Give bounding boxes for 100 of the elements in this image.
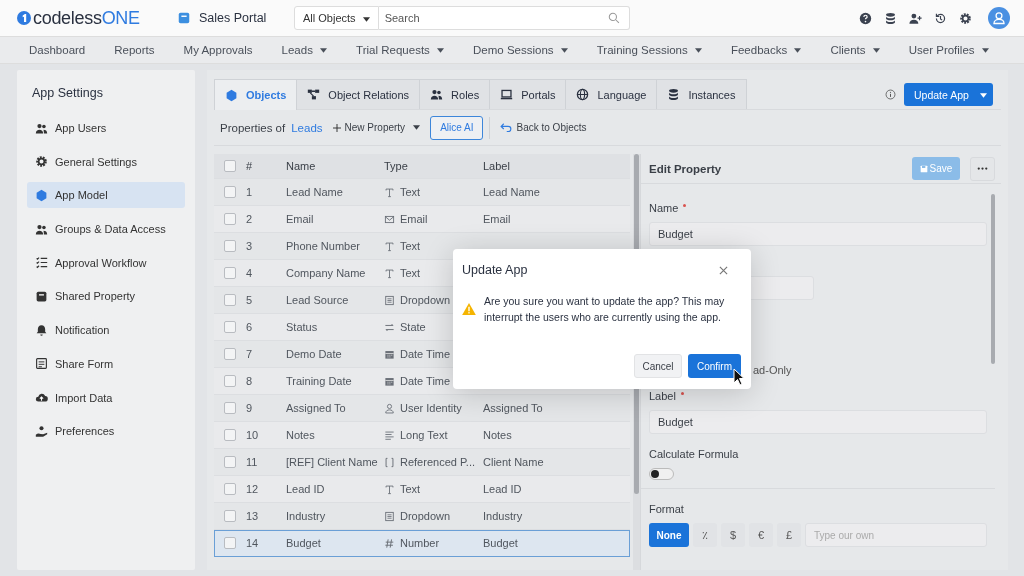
tab[interactable]: Roles: [419, 79, 491, 109]
checkbox[interactable]: [224, 375, 236, 387]
checkbox[interactable]: [224, 186, 236, 198]
new-property-button[interactable]: New Property: [328, 122, 425, 133]
table-cell: Date Time: [400, 348, 451, 360]
nav-link[interactable]: Leads: [281, 44, 328, 56]
text-type-icon: [384, 267, 395, 279]
menu-item-icon: [35, 289, 48, 303]
nav-link[interactable]: My Approvals: [183, 44, 253, 56]
sidebar-item[interactable]: App Model: [27, 182, 185, 209]
table-cell: Text: [400, 186, 421, 198]
tab-icon: [667, 88, 681, 101]
format-option[interactable]: £: [777, 523, 801, 547]
sidebar-item[interactable]: General Settings: [27, 148, 185, 175]
checkbox[interactable]: [224, 321, 236, 333]
tab[interactable]: Objects: [214, 79, 298, 110]
app-name[interactable]: Sales Portal: [199, 11, 267, 25]
tab[interactable]: Language: [565, 79, 658, 109]
back-button[interactable]: Back to Objects: [496, 122, 591, 133]
more-button[interactable]: [970, 156, 995, 181]
table-cell-text: 12: [246, 483, 260, 495]
checkbox[interactable]: [224, 429, 236, 441]
sidebar-item[interactable]: Notification: [27, 317, 185, 344]
table-cell-text: 13: [246, 510, 260, 522]
label-field[interactable]: Budget: [649, 410, 987, 434]
history-icon[interactable]: [934, 11, 947, 25]
column-header: Type: [384, 160, 409, 172]
settings-icon[interactable]: [959, 11, 972, 25]
menu-item-icon: [35, 424, 48, 438]
table-row[interactable]: 14 Budget Number Budget: [214, 530, 630, 557]
table-cell-text: Budget: [286, 537, 322, 549]
sidebar-item[interactable]: App Users: [27, 115, 185, 141]
close-icon[interactable]: [719, 265, 728, 275]
info-icon[interactable]: [885, 89, 896, 100]
confirm-button[interactable]: Confirm: [688, 354, 741, 378]
scope-dropdown[interactable]: All Objects: [294, 6, 379, 30]
tab[interactable]: Instances: [656, 79, 747, 109]
nav-link[interactable]: Trial Requests: [356, 44, 444, 56]
nav-link[interactable]: Dashboard: [29, 44, 86, 56]
cancel-button[interactable]: Cancel: [634, 354, 682, 378]
text-type-icon: [384, 240, 395, 252]
checkbox[interactable]: [224, 483, 236, 495]
help-icon[interactable]: [859, 11, 872, 25]
checkbox[interactable]: [224, 160, 236, 172]
field-label: Format: [649, 503, 684, 515]
calendar-icon: [384, 348, 395, 360]
number-type-icon: [384, 537, 395, 549]
checkbox[interactable]: [224, 348, 236, 360]
nav-link[interactable]: Clients: [830, 44, 880, 56]
table-cell: Date Time: [400, 375, 451, 387]
avatar-icon[interactable]: [988, 7, 1010, 29]
tab-icon: [430, 88, 444, 101]
column-header: Label: [483, 160, 511, 172]
checkbox[interactable]: [224, 510, 236, 522]
sidebar-item[interactable]: Groups & Data Access: [27, 216, 185, 243]
tab[interactable]: Object Relations: [296, 79, 421, 109]
format-option[interactable]: ٪: [693, 523, 717, 547]
name-field[interactable]: Budget: [649, 222, 987, 246]
nav-link[interactable]: Demo Sessions: [473, 44, 568, 56]
format-option[interactable]: None: [649, 523, 689, 547]
checkbox[interactable]: [224, 456, 236, 468]
sidebar-item[interactable]: Approval Workflow: [27, 249, 185, 276]
logo-icon: [17, 11, 31, 25]
menu-item-icon: [35, 323, 48, 337]
database-icon[interactable]: [884, 11, 897, 25]
sidebar-item[interactable]: Import Data: [27, 384, 185, 411]
update-app-button[interactable]: Update App: [904, 83, 993, 106]
add-user-icon[interactable]: [909, 11, 922, 25]
toggle-switch[interactable]: [649, 468, 674, 480]
table-cell: Email: [400, 213, 428, 225]
nav-link[interactable]: Reports: [114, 44, 155, 56]
sidebar-item[interactable]: Share Form: [27, 350, 185, 377]
tab[interactable]: Portals: [489, 79, 567, 109]
menu-item-icon: [35, 188, 48, 202]
alice-ai-button[interactable]: Alice AI: [430, 115, 484, 140]
checkbox[interactable]: [224, 537, 236, 549]
tab-icon: [576, 88, 590, 101]
table-cell: Number: [400, 537, 440, 549]
sidebar-item[interactable]: Preferences: [27, 418, 185, 445]
nav-link[interactable]: Training Sessions: [596, 44, 702, 56]
custom-format-field[interactable]: Type our own: [805, 523, 987, 547]
nav-link[interactable]: Feedbacks: [730, 44, 802, 56]
checkbox[interactable]: [224, 240, 236, 252]
field-label: Calculate Formula: [649, 448, 739, 460]
checkbox[interactable]: [224, 213, 236, 225]
format-option[interactable]: €: [749, 523, 773, 547]
table-cell: Text: [400, 240, 421, 252]
table-cell-text: Lead Name: [286, 186, 344, 198]
table-cell-text: Lead ID: [286, 483, 326, 495]
object-link[interactable]: Leads: [291, 121, 323, 134]
nav-link[interactable]: User Profiles: [908, 44, 989, 56]
checkbox[interactable]: [224, 267, 236, 279]
menu-item-icon: [35, 155, 48, 169]
format-option[interactable]: $: [721, 523, 745, 547]
checkbox[interactable]: [224, 402, 236, 414]
search-field[interactable]: Search: [378, 6, 630, 30]
sidebar-item[interactable]: Shared Property: [27, 283, 185, 310]
table-cell: Notes: [483, 429, 512, 441]
logo-text[interactable]: codelessONE: [33, 7, 140, 29]
checkbox[interactable]: [224, 294, 236, 306]
